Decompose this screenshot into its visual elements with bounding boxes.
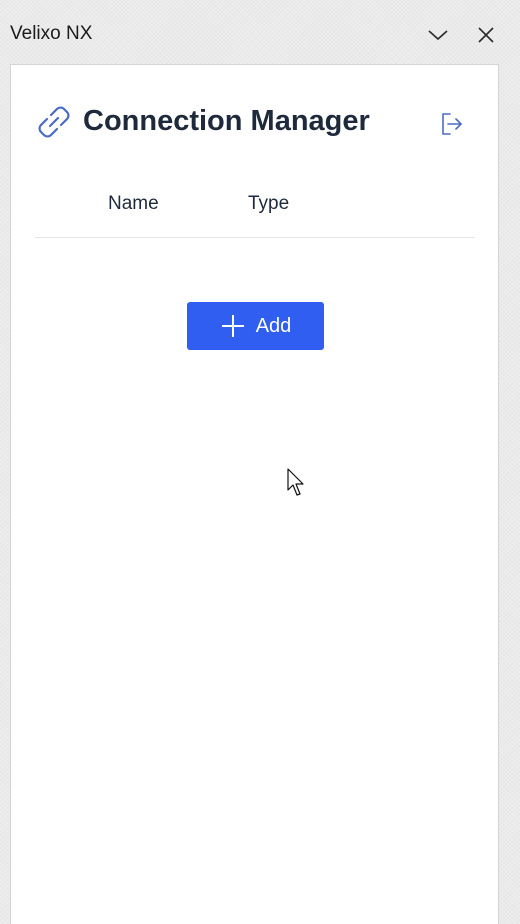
close-button[interactable] [471,20,501,50]
add-connection-button[interactable]: Add [187,302,324,350]
column-header-type[interactable]: Type [248,191,289,217]
sign-out-button[interactable] [437,109,467,139]
close-icon [478,27,494,43]
page-title: Connection Manager [83,105,370,137]
column-header-name[interactable]: Name [108,191,159,217]
add-button-label: Add [255,315,292,337]
link-icon [38,106,70,138]
table-header-divider [35,237,475,238]
window-titlebar: Velixo NX [0,0,520,64]
connection-manager-panel: Connection Manager Name Type Add [10,64,499,924]
sign-out-icon [442,113,462,135]
window-title: Velixo NX [10,23,93,44]
plus-icon [220,313,246,339]
collapse-button[interactable] [423,20,453,50]
chevron-down-icon [428,30,448,41]
